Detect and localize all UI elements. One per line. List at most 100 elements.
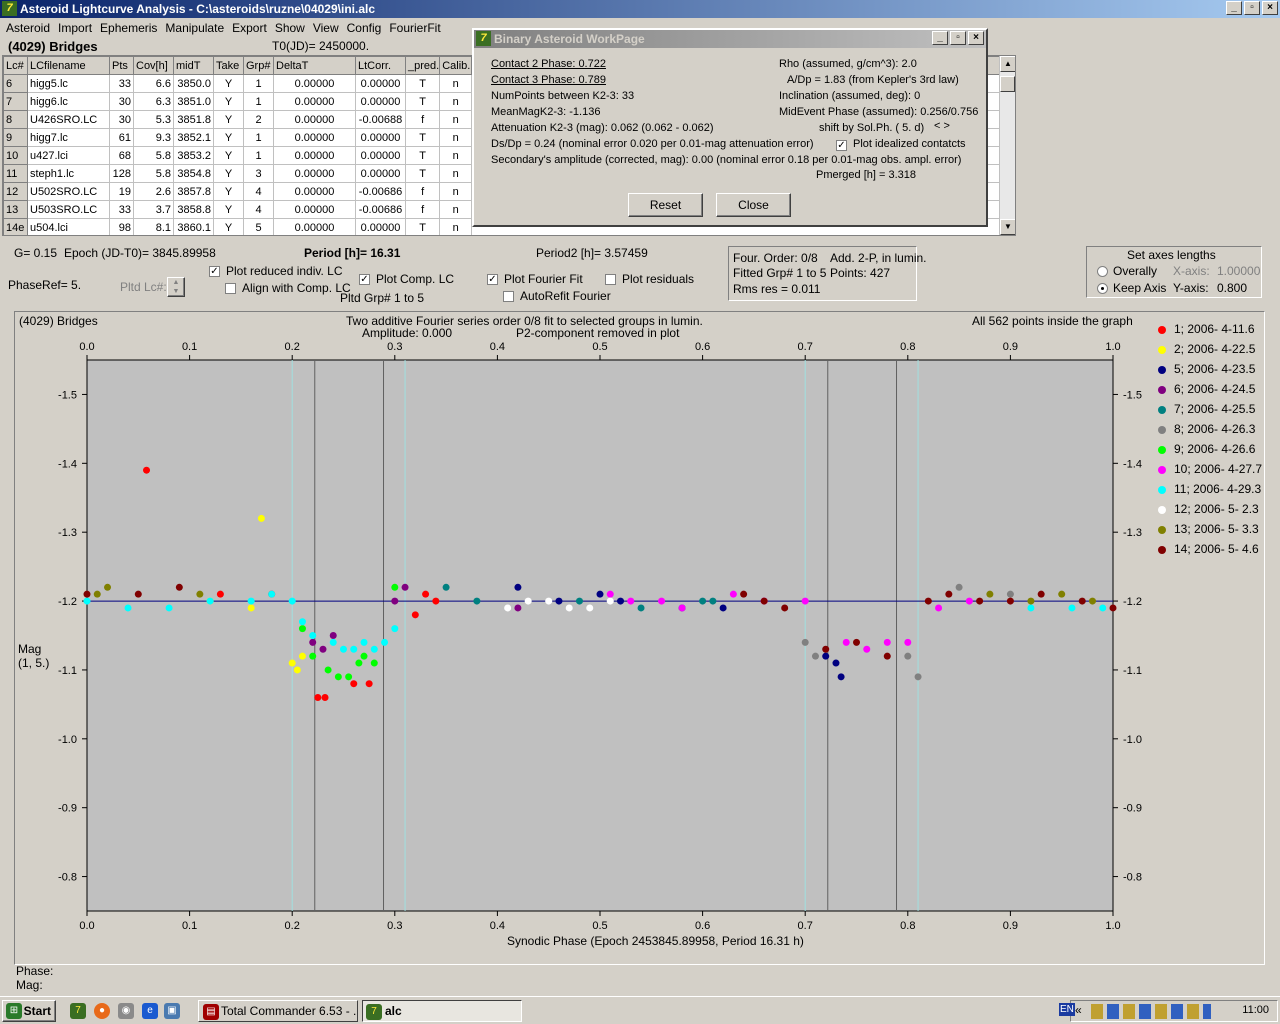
data-point[interactable] [298, 625, 306, 633]
data-point[interactable] [288, 597, 296, 605]
data-point[interactable] [781, 604, 789, 612]
data-point[interactable] [350, 645, 358, 653]
data-point[interactable] [268, 590, 276, 598]
data-point[interactable] [247, 604, 255, 612]
data-point[interactable] [334, 673, 342, 681]
data-point[interactable] [314, 693, 322, 701]
data-point[interactable] [637, 604, 645, 612]
data-point[interactable] [914, 673, 922, 681]
data-point[interactable] [104, 583, 112, 591]
data-point[interactable] [206, 597, 214, 605]
task-alc[interactable]: alc [362, 1000, 522, 1022]
data-point[interactable] [381, 638, 389, 646]
data-point[interactable] [309, 632, 317, 639]
data-point[interactable] [196, 590, 204, 598]
data-point[interactable] [1068, 604, 1076, 612]
data-point[interactable] [365, 680, 373, 688]
data-point[interactable] [863, 645, 871, 653]
data-point[interactable] [822, 645, 830, 653]
data-point[interactable] [1099, 604, 1107, 612]
data-point[interactable] [298, 618, 306, 626]
data-point[interactable] [853, 638, 860, 646]
data-point[interactable] [216, 590, 224, 598]
data-point[interactable] [432, 597, 440, 605]
data-point[interactable] [801, 597, 809, 605]
data-point[interactable] [514, 604, 522, 612]
data-point[interactable] [1027, 597, 1035, 605]
data-point[interactable] [83, 590, 91, 598]
data-point[interactable] [345, 673, 353, 681]
alc-quicklaunch-icon[interactable]: 7 [70, 1003, 86, 1019]
data-point[interactable] [143, 466, 151, 474]
data-point[interactable] [298, 652, 306, 660]
data-point[interactable] [1088, 597, 1096, 605]
data-point[interactable] [288, 659, 296, 667]
data-point[interactable] [1006, 597, 1014, 605]
data-point[interactable] [355, 659, 363, 667]
data-point[interactable] [545, 597, 553, 605]
data-point[interactable] [904, 652, 912, 660]
data-point[interactable] [93, 590, 101, 598]
quicklaunch-icon-5[interactable]: ▣ [164, 1003, 180, 1019]
data-point[interactable] [321, 693, 329, 701]
data-point[interactable] [555, 597, 563, 605]
firefox-icon[interactable]: ● [94, 1003, 110, 1019]
data-point[interactable] [883, 652, 891, 660]
data-point[interactable] [504, 604, 512, 612]
data-point[interactable] [422, 590, 430, 598]
data-point[interactable] [411, 611, 419, 619]
data-point[interactable] [565, 604, 573, 612]
data-point[interactable] [309, 652, 317, 660]
data-point[interactable] [606, 597, 614, 605]
data-point[interactable] [1058, 590, 1066, 598]
data-point[interactable] [945, 590, 953, 598]
data-point[interactable] [1078, 597, 1086, 605]
quicklaunch-icon-3[interactable]: ◉ [118, 1003, 134, 1019]
data-point[interactable] [986, 590, 994, 598]
data-point[interactable] [832, 659, 840, 667]
data-point[interactable] [391, 583, 399, 591]
data-point[interactable] [324, 666, 332, 674]
data-point[interactable] [350, 680, 358, 688]
data-point[interactable] [134, 590, 142, 598]
data-point[interactable] [442, 583, 450, 591]
data-point[interactable] [935, 604, 943, 612]
data-point[interactable] [360, 638, 368, 646]
data-point[interactable] [617, 597, 625, 605]
data-point[interactable] [293, 666, 301, 674]
data-point[interactable] [473, 597, 481, 605]
data-point[interactable] [83, 597, 91, 605]
data-point[interactable] [370, 645, 378, 653]
data-point[interactable] [1006, 590, 1014, 598]
data-point[interactable] [319, 645, 327, 653]
lightcurve-plot[interactable]: 0.0 0.0 0.1 0.1 0.2 0.2 0.3 0.3 0.4 0.4 0.5 0.5 0.6 0… [0, 0, 1280, 996]
data-point[interactable] [401, 583, 409, 591]
data-point[interactable] [247, 597, 255, 605]
data-point[interactable] [329, 638, 337, 646]
data-point[interactable] [678, 604, 686, 612]
ie-icon[interactable]: e [142, 1003, 158, 1019]
data-point[interactable] [955, 583, 963, 591]
data-point[interactable] [370, 659, 378, 667]
data-point[interactable] [257, 514, 265, 522]
data-point[interactable] [575, 597, 583, 605]
data-point[interactable] [842, 638, 850, 646]
data-point[interactable] [124, 604, 132, 612]
data-point[interactable] [586, 604, 594, 612]
data-point[interactable] [837, 673, 845, 681]
data-point[interactable] [1037, 590, 1045, 598]
language-indicator[interactable]: EN [1059, 1003, 1075, 1016]
data-point[interactable] [904, 638, 912, 646]
data-point[interactable] [883, 638, 891, 646]
data-point[interactable] [699, 597, 707, 605]
data-point[interactable] [391, 625, 399, 633]
data-point[interactable] [596, 590, 604, 598]
data-point[interactable] [627, 597, 635, 605]
data-point[interactable] [165, 604, 173, 612]
data-point[interactable] [309, 638, 317, 646]
data-point[interactable] [391, 597, 399, 605]
data-point[interactable] [709, 597, 717, 605]
data-point[interactable] [658, 597, 666, 605]
data-point[interactable] [822, 652, 830, 660]
data-point[interactable] [606, 590, 614, 598]
